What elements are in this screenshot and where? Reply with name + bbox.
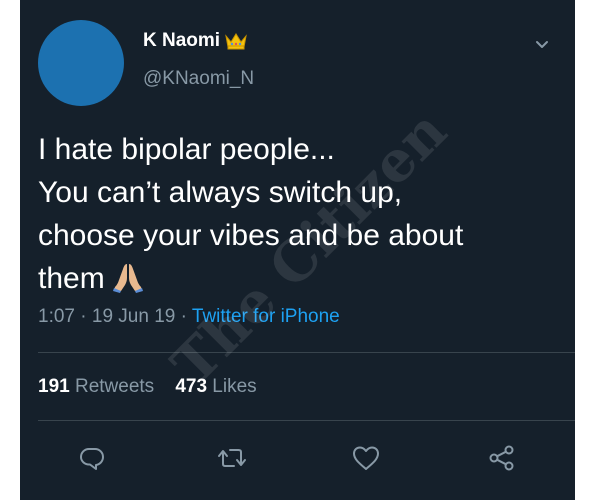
- tweet-text: I hate bipolar people... You can’t alway…: [38, 128, 558, 300]
- divider: [38, 352, 575, 353]
- reply-icon: [80, 448, 104, 470]
- like-button[interactable]: [346, 438, 386, 478]
- share-button[interactable]: [482, 438, 522, 478]
- tweet-source-link[interactable]: Twitter for iPhone: [192, 306, 340, 327]
- crown-icon: [225, 33, 247, 50]
- avatar[interactable]: [38, 20, 124, 106]
- tweet-text-line: choose your vibes and be about: [38, 219, 464, 252]
- tweet-card: K Naomi @KNaomi_N I hate bipolar people.…: [20, 0, 575, 500]
- retweet-button[interactable]: [212, 438, 252, 478]
- separator: ·: [180, 306, 187, 327]
- likes-count: 473: [175, 376, 208, 397]
- reply-button[interactable]: [72, 438, 112, 478]
- share-icon: [489, 445, 514, 471]
- tweet-date[interactable]: 19 Jun 19: [92, 306, 175, 327]
- like-icon: [353, 446, 379, 470]
- chevron-down-icon[interactable]: [534, 36, 550, 52]
- retweet-icon: [218, 449, 246, 467]
- tweet-text-line-last: them: [38, 257, 558, 300]
- retweets-count: 191: [38, 376, 70, 397]
- tweet-text-last-words: them: [38, 262, 105, 295]
- likes-stat[interactable]: 473 Likes: [175, 376, 256, 397]
- retweets-label: Retweets: [74, 376, 155, 397]
- tweet-text-line: I hate bipolar people...: [38, 133, 335, 166]
- author-name-row: K Naomi: [143, 30, 248, 52]
- divider: [38, 420, 575, 421]
- display-name[interactable]: K Naomi: [143, 30, 220, 52]
- tweet-text-line: You can’t always switch up,: [38, 176, 403, 209]
- tweet-actions: [20, 438, 575, 478]
- tweet-meta: 1:07 · 19 Jun 19 · Twitter for iPhone: [38, 306, 340, 328]
- separator: ·: [80, 306, 87, 327]
- tweet-time[interactable]: 1:07: [38, 306, 75, 327]
- retweets-stat[interactable]: 191 Retweets: [38, 376, 154, 397]
- author-handle[interactable]: @KNaomi_N: [143, 68, 254, 90]
- tweet-stats: 191 Retweets 473 Likes: [38, 376, 257, 398]
- likes-label: Likes: [212, 376, 257, 397]
- folded-hands-emoji: [112, 264, 143, 293]
